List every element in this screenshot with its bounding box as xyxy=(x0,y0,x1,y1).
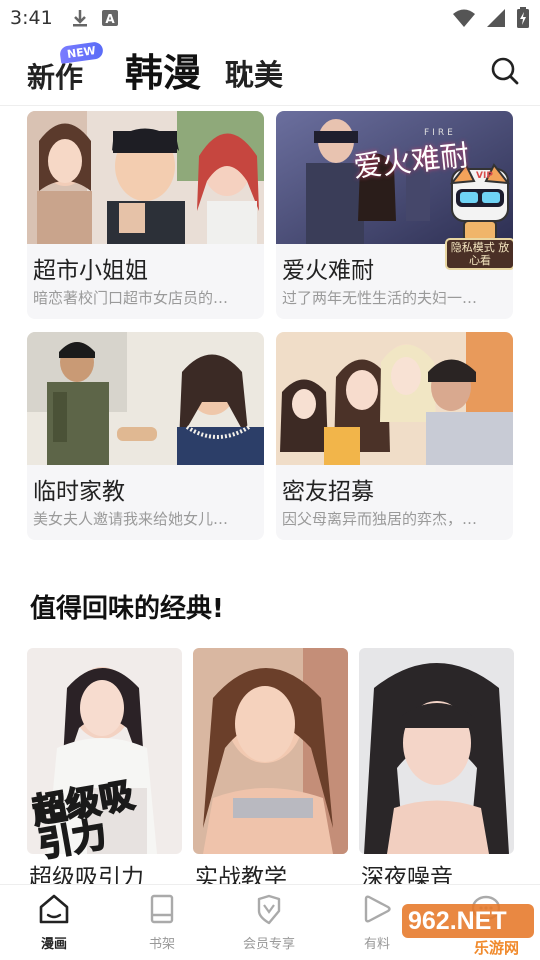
comic-card[interactable]: 爱火难耐 FIRE VIP 隐私模式 放心看 爱火难耐 过了两年无性生活的夫妇一… xyxy=(276,111,513,319)
comic-card[interactable]: 临时家教 美女夫人邀请我来给她女儿… xyxy=(27,332,264,540)
comic-card[interactable]: 超市小姐姐 暗恋著校门口超市女店员的… xyxy=(27,111,264,319)
nav-label: 漫画 xyxy=(40,937,67,952)
nav-bookshelf[interactable]: 书架 xyxy=(122,893,202,952)
comic-title: 爱火难耐 xyxy=(282,258,374,284)
privacy-sticker-text: 隐私模式 放心看 xyxy=(450,241,510,267)
top-nav: 新作 NEW 韩漫 耽美 xyxy=(0,36,540,106)
status-bar: 3:41 A xyxy=(0,0,540,36)
comic-desc: 过了两年无性生活的夫妇一… xyxy=(282,289,478,307)
comic-desc: 暗恋著校门口超市女店员的… xyxy=(33,289,229,307)
classic-comic-item[interactable]: 超级吸引力 超级吸引力 xyxy=(27,648,182,891)
comic-cover xyxy=(193,648,348,854)
comic-card[interactable]: 密友招募 因父母离异而独居的弈杰，… xyxy=(276,332,513,540)
home-icon xyxy=(39,894,69,924)
comic-title: 密友招募 xyxy=(282,479,374,505)
comic-title: 超市小姐姐 xyxy=(33,258,148,284)
watermark-sub: 乐游网 xyxy=(474,939,520,957)
download-icon xyxy=(72,10,87,27)
comic-desc: 美女夫人邀请我来给她女儿… xyxy=(33,510,229,528)
search-icon[interactable] xyxy=(490,56,520,86)
classic-comic-item[interactable]: 实战教学 xyxy=(193,648,348,891)
new-badge: NEW xyxy=(59,41,104,64)
tab-korean-comics[interactable]: 韩漫 xyxy=(125,42,201,97)
comic-cover xyxy=(27,111,264,244)
comic-cover xyxy=(359,648,514,854)
vip-shield-icon xyxy=(257,894,281,925)
watermark-text: 962.NET xyxy=(408,907,507,935)
comic-cover xyxy=(276,332,513,465)
play-triangle-icon xyxy=(364,895,391,923)
tab-bl-comics[interactable]: 耽美 xyxy=(225,52,283,94)
wifi-icon xyxy=(453,9,475,27)
nav-vip[interactable]: 会员专享 xyxy=(229,893,309,952)
status-time: 3:41 xyxy=(10,7,53,29)
vip-label: VIP xyxy=(476,171,493,181)
svg-text:A: A xyxy=(105,12,115,26)
signal-icon xyxy=(487,9,505,27)
nav-comics[interactable]: 漫画 xyxy=(14,893,94,952)
comic-title: 临时家教 xyxy=(33,479,125,505)
nav-label: 会员专享 xyxy=(242,937,295,952)
battery-charging-icon xyxy=(517,7,529,28)
font-a-icon: A xyxy=(101,10,118,26)
classic-comic-item[interactable]: 深夜噪音 xyxy=(359,648,514,891)
section-heading-classics: 值得回味的经典! xyxy=(30,594,224,624)
comic-desc: 因父母离异而独居的弈杰，… xyxy=(282,510,478,528)
cover-sub-text: FIRE xyxy=(424,128,456,138)
watermark-logo: 962.NET 乐游网 xyxy=(402,904,534,957)
book-icon xyxy=(150,894,174,924)
comic-cover xyxy=(27,332,264,465)
nav-label: 书架 xyxy=(148,937,175,952)
